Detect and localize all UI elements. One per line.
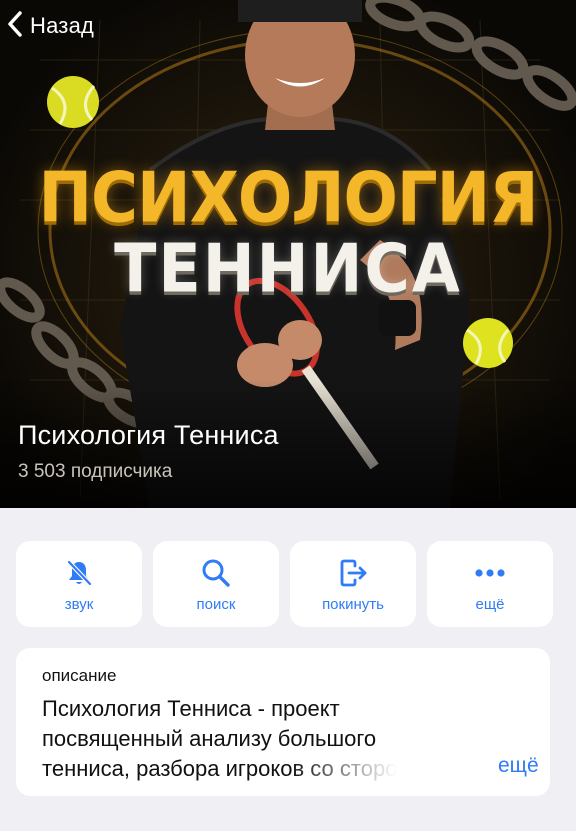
leave-label: покинуть [322, 595, 384, 613]
search-button[interactable]: поиск [153, 541, 279, 627]
description-line: посвященный анализу большого [42, 726, 377, 751]
description-more-link[interactable]: ещё [498, 754, 539, 778]
chevron-left-icon [6, 10, 24, 43]
channel-actions: звук поиск покинуть ещё [16, 541, 553, 627]
description-card: описание Психология Тенниса - проект пос… [16, 648, 550, 796]
mute-label: звук [64, 595, 94, 613]
search-label: поиск [196, 595, 236, 613]
subscriber-count: 3 503 подписчика [18, 461, 173, 482]
description-line-truncated: тенниса, разбора игроков со сторо [42, 756, 398, 781]
leave-icon [337, 556, 369, 590]
search-icon [200, 556, 232, 590]
more-button[interactable]: ещё [427, 541, 553, 627]
channel-title: Психология Тенниса [18, 420, 279, 450]
back-label: Назад [30, 13, 95, 38]
more-icon [473, 556, 507, 590]
description-text: Психология Тенниса - проект посвященный … [42, 694, 542, 784]
mute-button[interactable]: звук [16, 541, 142, 627]
bell-slash-icon [63, 556, 95, 590]
more-label: ещё [475, 595, 505, 613]
description-line: тенниса, разбора игроков со сторо [42, 754, 542, 784]
description-heading: описание [42, 666, 117, 685]
poster-title-line1: ПСИХОЛОГИЯ [38, 159, 538, 239]
back-button[interactable]: Назад [6, 8, 94, 44]
poster-title-line2: ТЕННИСА [114, 229, 462, 308]
leave-button[interactable]: покинуть [290, 541, 416, 627]
channel-cover: ПСИХОЛОГИЯ ТЕННИСА Назад Психология Тенн… [0, 0, 576, 508]
description-line: Психология Тенниса - проект [42, 696, 340, 721]
